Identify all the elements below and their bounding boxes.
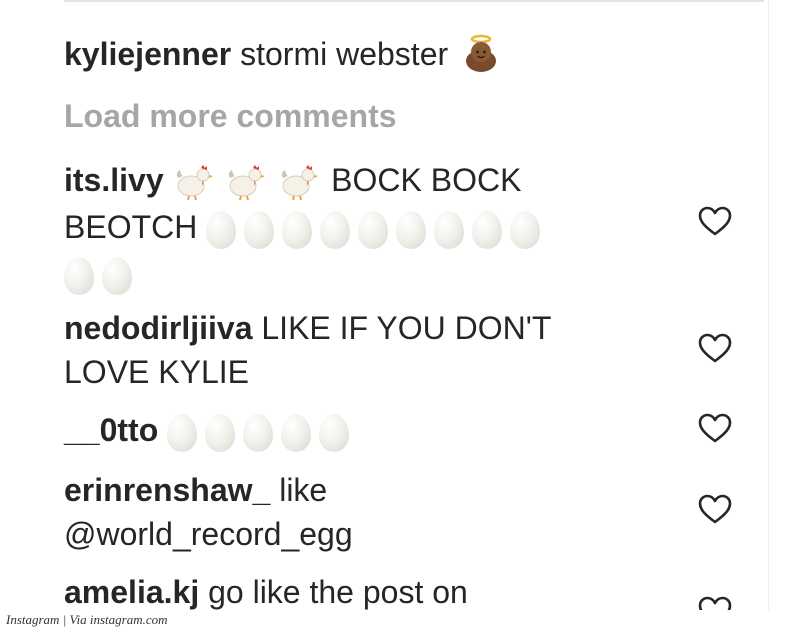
egg-icon bbox=[243, 414, 274, 453]
comment-text: like bbox=[279, 472, 328, 508]
egg-icon bbox=[206, 210, 237, 249]
chicken-icon bbox=[176, 165, 213, 201]
comment-item: erinrenshaw_ like @world_record_egg bbox=[64, 468, 624, 556]
image-credit: Instagram | Via instagram.com bbox=[6, 612, 168, 627]
divider bbox=[64, 0, 764, 2]
egg-icon bbox=[319, 414, 350, 453]
mention-link[interactable]: @world_record_egg bbox=[64, 516, 353, 552]
egg-icon bbox=[205, 414, 236, 453]
comment-text: LOVE KYLIE bbox=[64, 354, 249, 390]
comment-item: its.livy BOCK BOCK BEOTCH bbox=[64, 158, 624, 298]
chicken-emojis bbox=[173, 161, 323, 205]
heart-outline-icon[interactable] bbox=[698, 413, 732, 443]
egg-icon bbox=[510, 210, 541, 249]
egg-emojis bbox=[64, 254, 140, 298]
egg-icon bbox=[167, 414, 198, 453]
comment-text: BOCK BOCK bbox=[331, 162, 522, 198]
egg-icon bbox=[396, 210, 427, 249]
baby-angel-icon bbox=[466, 34, 497, 72]
comment-text: BEOTCH bbox=[64, 208, 198, 245]
comment-item: __0tto bbox=[64, 408, 624, 455]
comment-username[interactable]: __0tto bbox=[64, 412, 158, 448]
chicken-icon bbox=[229, 165, 266, 201]
caption-text: stormi webster bbox=[240, 36, 449, 72]
egg-emojis bbox=[167, 411, 357, 455]
comment-username[interactable]: erinrenshaw_ bbox=[64, 472, 270, 508]
heart-outline-icon[interactable] bbox=[698, 333, 732, 363]
heart-outline-icon[interactable] bbox=[698, 494, 732, 524]
chicken-icon bbox=[282, 165, 319, 201]
comment-item: amelia.kj go like the post on bbox=[64, 570, 624, 610]
panel-border bbox=[768, 0, 769, 610]
load-more-comments-link[interactable]: Load more comments bbox=[64, 96, 397, 136]
comments-panel: kyliejenner stormi webster Load more com… bbox=[0, 0, 794, 610]
egg-icon bbox=[281, 414, 312, 453]
caption-username[interactable]: kyliejenner bbox=[64, 36, 231, 72]
comment-username[interactable]: nedodirljiiva bbox=[64, 310, 252, 346]
egg-icon bbox=[244, 210, 275, 249]
heart-outline-icon[interactable] bbox=[698, 596, 732, 610]
post-caption: kyliejenner stormi webster bbox=[64, 34, 501, 77]
comment-text: LIKE IF YOU DON'T bbox=[261, 310, 552, 346]
egg-icon bbox=[472, 210, 503, 249]
comment-username[interactable]: amelia.kj bbox=[64, 574, 199, 610]
egg-emojis bbox=[206, 207, 548, 251]
egg-icon bbox=[102, 257, 132, 296]
comment-username[interactable]: its.livy bbox=[64, 162, 164, 198]
heart-outline-icon[interactable] bbox=[698, 206, 732, 236]
comment-item: nedodirljiiva LIKE IF YOU DON'T LOVE KYL… bbox=[64, 306, 624, 394]
egg-icon bbox=[320, 210, 351, 249]
egg-icon bbox=[282, 210, 313, 249]
egg-icon bbox=[434, 210, 465, 249]
egg-icon bbox=[64, 257, 94, 296]
comment-text: go like the post on bbox=[208, 574, 468, 610]
egg-icon bbox=[358, 210, 389, 249]
